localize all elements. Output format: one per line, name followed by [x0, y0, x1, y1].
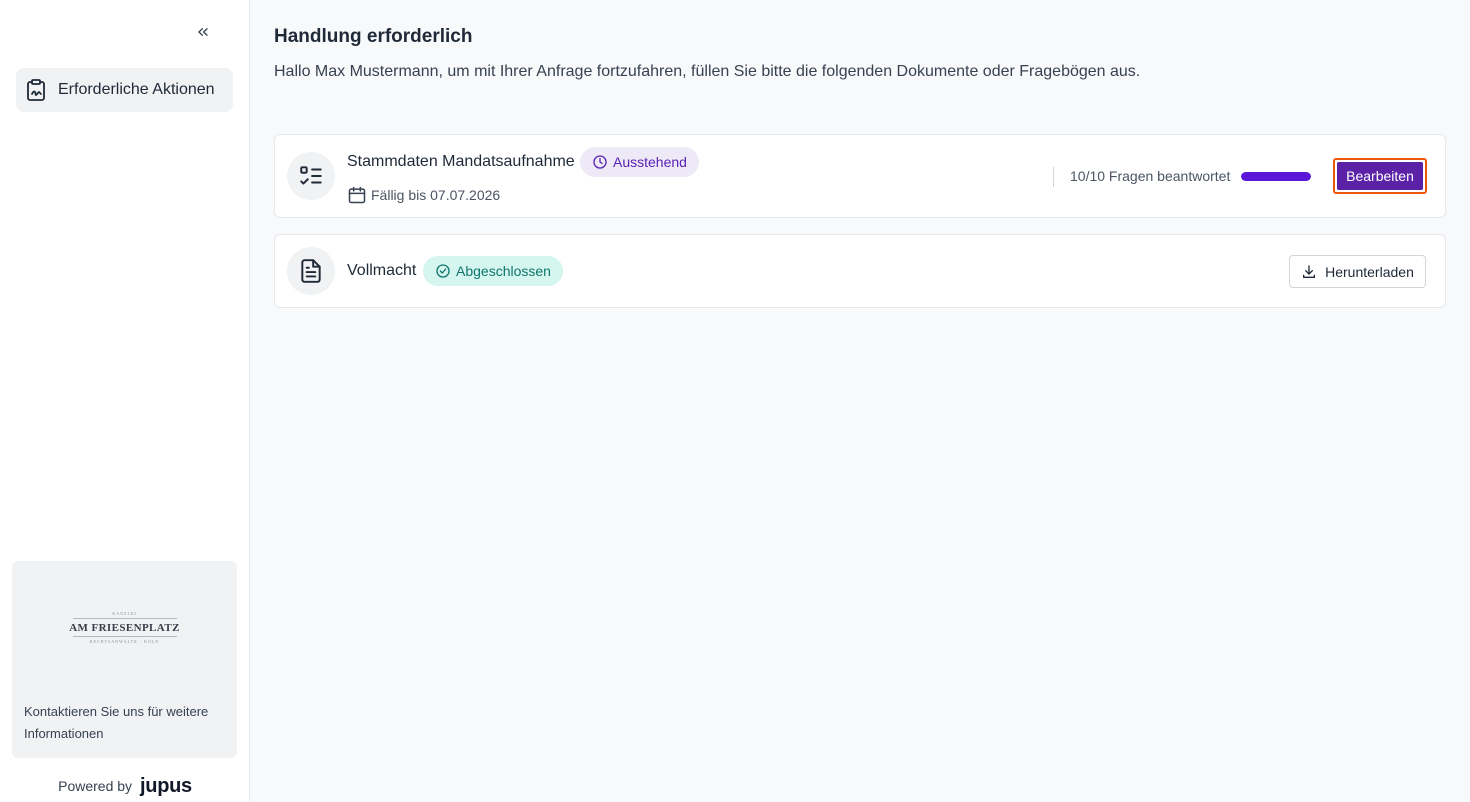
- sidebar: Erforderliche Aktionen KANZLEI AM FRIESE…: [0, 0, 250, 802]
- logo-rule: [72, 617, 177, 619]
- download-button-label: Herunterladen: [1325, 263, 1414, 280]
- divider: [1053, 167, 1054, 187]
- logo-top-text: KANZLEI: [112, 610, 137, 616]
- status-badge-label: Abgeschlossen: [456, 263, 551, 279]
- status-badge-pending: Ausstehend: [580, 147, 699, 177]
- firm-logo: KANZLEI AM FRIESENPLATZ RECHTSANWÄLTE · …: [12, 597, 237, 657]
- download-button[interactable]: Herunterladen: [1289, 255, 1426, 288]
- powered-by: Powered by jupus: [0, 772, 250, 800]
- task-icon-container: [287, 152, 335, 200]
- page-subtitle: Hallo Max Mustermann, um mit Ihrer Anfra…: [274, 63, 1141, 80]
- contact-text: Kontaktieren Sie uns für weitere Informa…: [24, 704, 209, 741]
- task-card-stammdaten: Stammdaten Mandatsaufnahme Ausstehend Fä…: [274, 134, 1446, 218]
- due-date: Fällig bis 07.07.2026: [347, 185, 500, 205]
- powered-by-label: Powered by: [58, 778, 133, 794]
- edit-button[interactable]: Bearbeiten: [1333, 158, 1427, 194]
- list-checks-icon: [300, 166, 322, 185]
- main-content: Handlung erforderlich Hallo Max Musterma…: [250, 0, 1470, 802]
- task-title: Stammdaten Mandatsaufnahme: [347, 153, 575, 170]
- clipboard-signature-icon: [27, 79, 45, 101]
- task-icon-container: [287, 247, 335, 295]
- progress-bar: [1241, 172, 1311, 181]
- page-title: Handlung erforderlich: [274, 26, 473, 47]
- logo-bottom-text: RECHTSANWÄLTE · KÖLN: [89, 638, 160, 644]
- clock-icon: [593, 155, 607, 169]
- check-circle-icon: [436, 264, 450, 278]
- jupus-logo[interactable]: jupus: [140, 775, 192, 798]
- collapse-sidebar-button[interactable]: [190, 20, 216, 44]
- logo-name: AM FRIESENPLATZ: [69, 621, 180, 634]
- task-card-vollmacht: Vollmacht Abgeschlossen Herunterladen: [274, 234, 1446, 308]
- status-badge-label: Ausstehend: [613, 154, 687, 170]
- nav-item-required-actions[interactable]: Erforderliche Aktionen: [16, 68, 233, 112]
- contact-card: KANZLEI AM FRIESENPLATZ RECHTSANWÄLTE · …: [12, 561, 237, 758]
- chevrons-left-icon: [198, 27, 208, 36]
- task-title: Vollmacht: [347, 262, 417, 279]
- calendar-icon: [348, 186, 366, 204]
- edit-button-label: Bearbeiten: [1337, 162, 1423, 190]
- nav-item-label: Erforderliche Aktionen: [58, 81, 215, 98]
- due-date-label: Fällig bis 07.07.2026: [371, 187, 501, 203]
- file-text-icon: [301, 259, 321, 283]
- progress-text: 10/10 Fragen beantwortet: [1070, 168, 1231, 184]
- progress-bar-fill: [1241, 172, 1311, 181]
- status-badge-completed: Abgeschlossen: [423, 256, 563, 286]
- logo-rule: [72, 635, 177, 637]
- download-icon: [1303, 264, 1316, 278]
